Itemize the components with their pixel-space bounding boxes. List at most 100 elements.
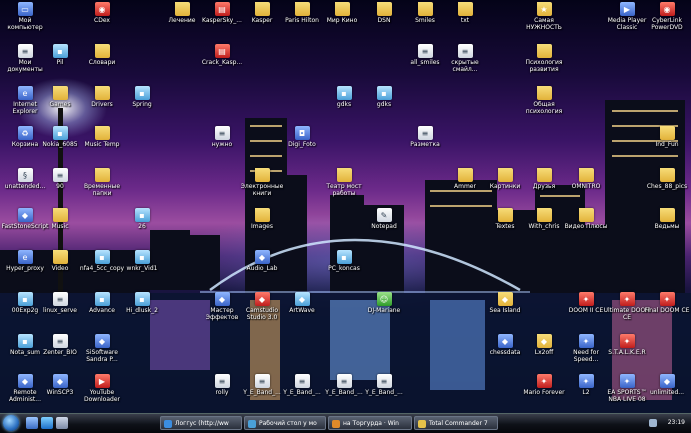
desktop-icon[interactable]: Images [240, 208, 284, 248]
desktop-icon[interactable]: ◘ Digi_Foto [280, 126, 324, 166]
desktop-icon[interactable]: Психология развития [522, 44, 566, 84]
desktop-icon[interactable]: ▪ wnkr_Vid1 [120, 250, 164, 290]
desktop-icon[interactable]: ✦ Mario Forever [522, 374, 566, 413]
desktop-icon[interactable]: Ведьмы [645, 208, 689, 248]
ie-icon: e [17, 86, 33, 100]
cd-icon: ◉ [94, 2, 110, 16]
desktop-icon[interactable]: ≡ Разметка [403, 126, 447, 166]
desktop-icon[interactable]: ✎ Notepad [362, 208, 406, 248]
desktop-icon[interactable]: ▶ YouTube Downloader [80, 374, 124, 413]
task-button[interactable]: Рабочий стол у мо [244, 416, 326, 430]
desktop-icon-label: ArtWave [289, 307, 315, 314]
desktop-icon[interactable]: ▪ 26 [120, 208, 164, 248]
desktop-icon[interactable]: Music Temp [80, 126, 124, 166]
desktop-icon[interactable]: ◆ Lx2off [522, 334, 566, 374]
desktop-icon[interactable]: Друзья [522, 168, 566, 208]
desktop-icon[interactable]: Временные папки [80, 168, 124, 208]
folder-icon [52, 250, 68, 264]
desktop[interactable]: ▭ Мой компьютер ◉ CDex Лечение ▤ KasperSky_...… [0, 0, 691, 413]
desktop-icon[interactable]: ◆ Audio_Lab [240, 250, 284, 290]
desktop-icon[interactable]: OMNITRO [564, 168, 608, 208]
desktop-icon[interactable]: ✦ S.T.A.L.K.E.R [605, 334, 649, 374]
desktop-icon[interactable]: Театр мост работы [322, 168, 366, 208]
desktop-icon-label: linux_serve [42, 307, 78, 314]
task-button[interactable]: на Торгурда · Win [328, 416, 412, 430]
folder-icon [457, 2, 473, 16]
desktop-icon[interactable]: Электронные книги [240, 168, 284, 208]
desktop-icon[interactable]: ◉ CDex [80, 2, 124, 42]
desktop-icon[interactable]: ◆ SiSoftware Sandra P... [80, 334, 124, 374]
desktop-icon[interactable]: ◉ CyberLink PowerDVD [645, 2, 689, 42]
desktop-icon[interactable]: ☺ DJ-Mariane [362, 292, 406, 332]
desktop-icon[interactable]: ≡ скрытые смайл... [443, 44, 487, 84]
app-icon: ◆ [254, 292, 270, 306]
desktop-icon[interactable]: Ches_88_pics [645, 168, 689, 208]
desktop-icon[interactable]: ✦ Final DOOM CE [645, 292, 689, 332]
desktop-icon[interactable]: txt [443, 2, 487, 42]
folder-icon [94, 44, 110, 58]
task-button[interactable]: Total Commander 7 [414, 416, 498, 430]
desktop-icon[interactable]: ▭ Мой компьютер [3, 2, 47, 42]
desktop-icon-label: Music [51, 223, 69, 230]
show-desktop-icon[interactable] [26, 417, 38, 429]
volume-icon[interactable] [649, 419, 657, 427]
script-icon: § [17, 168, 33, 182]
desktop-icon[interactable]: ✦ DOOM II CE [564, 292, 608, 332]
start-button[interactable] [3, 415, 19, 431]
desktop-icon[interactable]: ▤ Crack_Kasp... [200, 44, 244, 84]
desktop-icon[interactable]: ✦ L2 [564, 374, 608, 413]
switch-windows-icon[interactable] [56, 417, 68, 429]
desktop-icon[interactable]: ▪ Nokia_6085 [38, 126, 82, 166]
task-button[interactable]: Логгус (http://ww [160, 416, 242, 430]
desktop-icon-label: Crack_Kasp... [201, 59, 243, 66]
desktop-icon[interactable]: ≡ Y_E_Band_... [280, 374, 324, 413]
desktop-icon[interactable]: ≡ нужно [200, 126, 244, 166]
desktop-icon[interactable]: ▪ Hi_dlusk_2 [120, 292, 164, 332]
desktop-icon[interactable]: ▪ PC_koncas [322, 250, 366, 290]
desktop-icon[interactable]: With_chris [522, 208, 566, 248]
desktop-icon[interactable]: ✦ Need for Speed... [564, 334, 608, 374]
desktop-icon[interactable]: ◆ WinSCP3 [38, 374, 82, 413]
notepad-icon: ✎ [376, 208, 392, 222]
desktop-icon[interactable]: Словари [80, 44, 124, 84]
app-icon: ◆ [94, 334, 110, 348]
desktop-icon[interactable]: Мир Кино [320, 2, 364, 42]
clock[interactable]: 23:19 [668, 419, 685, 426]
image-icon: ▪ [134, 292, 150, 306]
folder-icon [536, 168, 552, 182]
desktop-icon[interactable]: ◆ unlimited... [645, 374, 689, 413]
dvd-icon: ◉ [659, 2, 675, 16]
desktop-icon[interactable]: DSN [362, 2, 406, 42]
desktop-icon-label: CyberLink PowerDVD [651, 17, 683, 31]
internet-explorer-icon[interactable] [41, 417, 53, 429]
desktop-icon[interactable]: Общая психология [522, 86, 566, 126]
taskbar: Логгус (http://ww Рабочий стол у мо на Т… [0, 413, 691, 433]
desktop-icon[interactable]: ≡ linux_serve [38, 292, 82, 332]
folder-icon [254, 168, 270, 182]
desktop-icon[interactable]: ▪ Pil [38, 44, 82, 84]
desktop-icon[interactable]: ≡ 90 [38, 168, 82, 208]
folder-icon [336, 168, 352, 182]
computer-icon: ▭ [17, 2, 33, 16]
desktop-icon-label: Мой компьютер [7, 17, 43, 31]
desktop-icon[interactable]: ◆ ArtWave [280, 292, 324, 332]
desktop-icon[interactable]: Music [38, 208, 82, 248]
desktop-icon[interactable]: Video [38, 250, 82, 290]
desktop-icon-label: Самая НУЖНОСТЬ [526, 17, 562, 31]
image-icon: ▪ [94, 250, 110, 264]
desktop-icon-label: Pil [56, 59, 64, 66]
desktop-icon[interactable]: ★ Самая НУЖНОСТЬ [522, 2, 566, 42]
desktop-icon[interactable]: Games [38, 86, 82, 126]
desktop-icon[interactable]: ▪ Spring [120, 86, 164, 126]
app-icon: ◆ [17, 208, 33, 222]
desktop-icon[interactable]: ◆ Sea Island [483, 292, 527, 332]
desktop-icon-label: CDex [94, 17, 110, 24]
desktop-icon[interactable]: ≡ Zenter_BIO [38, 334, 82, 374]
desktop-icon[interactable]: Ind_Fun [645, 126, 689, 166]
desktop-icon[interactable]: Видео Плюсы [564, 208, 608, 248]
app-icon: ◆ [497, 292, 513, 306]
desktop-icon[interactable]: ▪ gdks [362, 86, 406, 126]
app-icon: ◆ [497, 334, 513, 348]
desktop-icon[interactable]: ≡ Y_E_Band_... [362, 374, 406, 413]
desktop-icon-label: PC_koncas [328, 265, 360, 272]
